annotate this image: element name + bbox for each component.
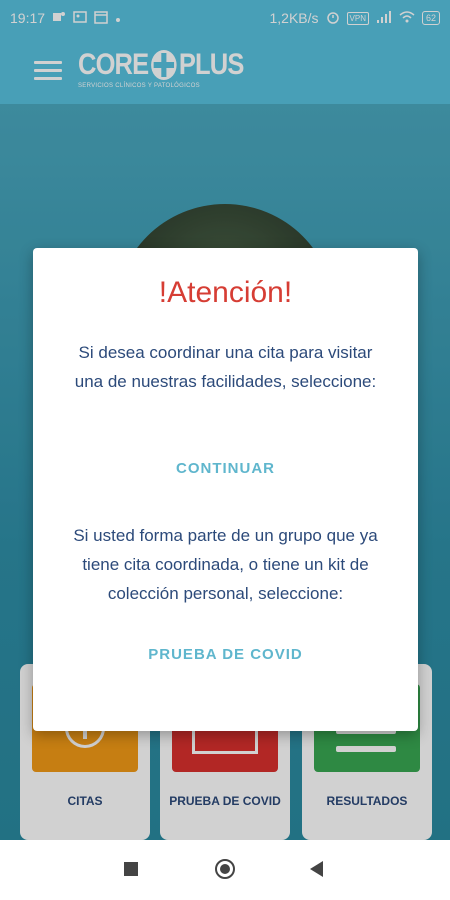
- recents-icon[interactable]: [124, 862, 138, 876]
- attention-dialog: !Atención! Si desea coordinar una cita p…: [33, 248, 418, 731]
- dialog-message-group: Si usted forma parte de un grupo que ya …: [73, 526, 378, 603]
- covid-test-button[interactable]: PRUEBA DE COVID: [33, 646, 418, 663]
- home-icon[interactable]: [215, 859, 235, 879]
- back-icon[interactable]: [310, 861, 323, 877]
- continue-button[interactable]: CONTINUAR: [33, 460, 418, 477]
- dialog-title: !Atención!: [158, 276, 293, 309]
- system-nav-bar: [0, 840, 450, 900]
- dialog-message-appointment: Si desea coordinar una cita para visitar…: [74, 343, 377, 391]
